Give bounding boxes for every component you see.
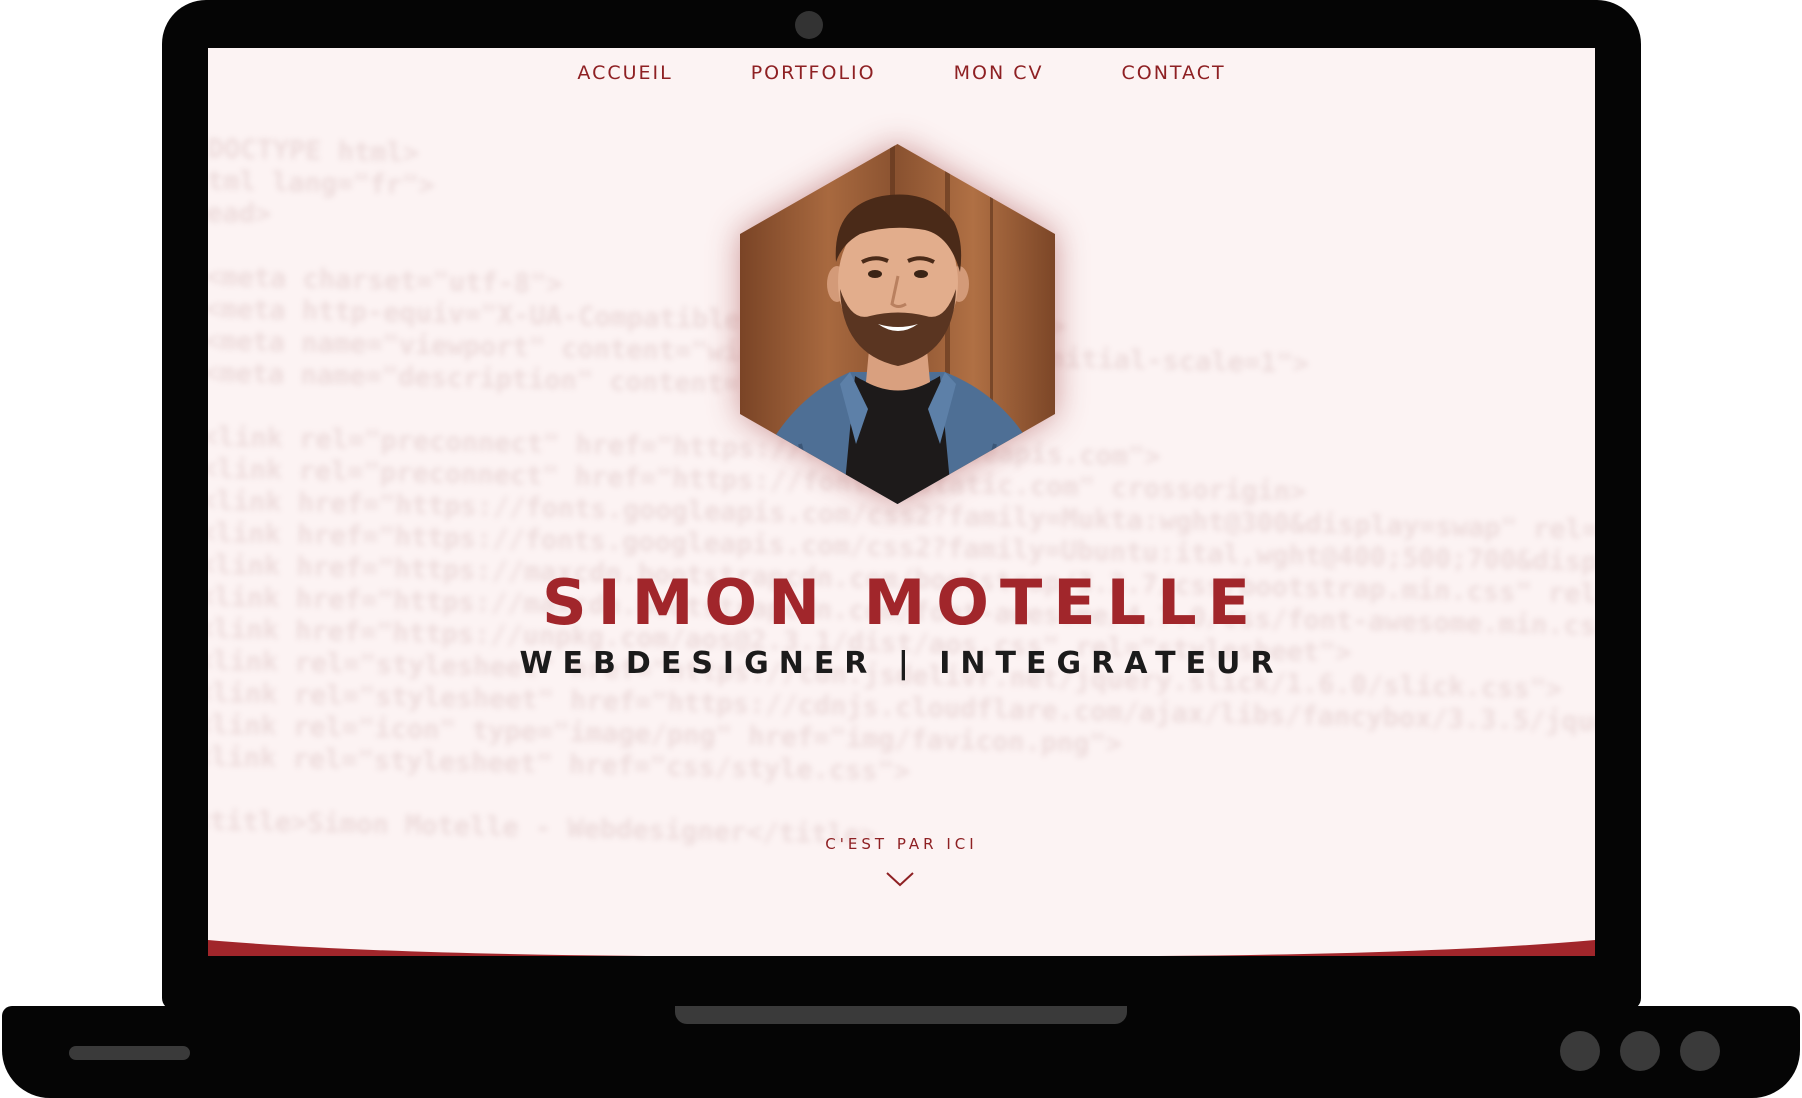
laptop-indicator-1 bbox=[1560, 1031, 1600, 1071]
nav-link-contact[interactable]: CONTACT bbox=[1121, 62, 1225, 84]
main-nav: ACCUEIL PORTFOLIO MON CV CONTACT bbox=[208, 62, 1595, 84]
laptop-indicator-2 bbox=[1620, 1031, 1660, 1071]
laptop-indicator-3 bbox=[1680, 1031, 1720, 1071]
laptop-slot bbox=[69, 1046, 190, 1060]
laptop-hinge bbox=[675, 1006, 1127, 1024]
portrait-image bbox=[770, 194, 1030, 504]
camera-icon bbox=[795, 11, 823, 39]
bottom-wave bbox=[208, 940, 1595, 956]
scroll-down-link[interactable]: C'EST PAR ICI bbox=[208, 835, 1595, 853]
nav-link-accueil[interactable]: ACCUEIL bbox=[577, 62, 672, 84]
hero-subtitle: WEBDESIGNER | INTEGRATEUR bbox=[519, 646, 1284, 681]
nav-link-mon-cv[interactable]: MON CV bbox=[954, 62, 1044, 84]
profile-photo bbox=[740, 144, 1055, 504]
chevron-down-icon[interactable] bbox=[885, 870, 915, 888]
website-screen: <!DOCTYPE html> <html lang="fr"> <head> … bbox=[208, 48, 1595, 956]
nav-link-portfolio[interactable]: PORTFOLIO bbox=[751, 62, 876, 84]
hero-name: SIMON MOTELLE bbox=[541, 566, 1261, 639]
profile-photo-hexagon bbox=[740, 144, 1055, 504]
